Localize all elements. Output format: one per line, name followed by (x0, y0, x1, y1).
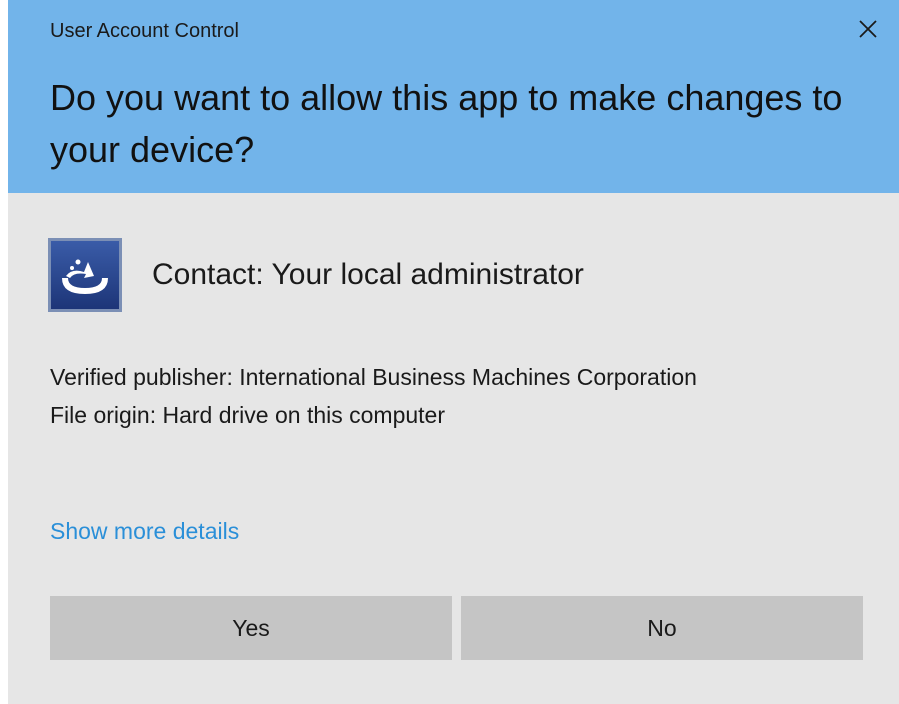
dialog-header: User Account Control Do you want to allo… (8, 0, 899, 193)
show-more-details-link[interactable]: Show more details (50, 518, 239, 545)
uac-dialog: User Account Control Do you want to allo… (8, 0, 899, 704)
verified-publisher-text: Verified publisher: International Busine… (50, 364, 697, 390)
app-details: Verified publisher: International Busine… (50, 358, 870, 434)
close-button[interactable] (851, 12, 885, 46)
yes-button[interactable]: Yes (50, 596, 452, 660)
app-publisher-contact: Contact: Your local administrator (152, 258, 584, 291)
close-icon (859, 20, 877, 38)
dialog-question: Do you want to allow this app to make ch… (50, 77, 843, 170)
no-button[interactable]: No (461, 596, 863, 660)
app-info-row: Contact: Your local administrator (48, 238, 584, 312)
ibm-admin-app-icon (48, 238, 122, 312)
file-origin-text: File origin: Hard drive on this computer (50, 402, 445, 428)
dialog-title: User Account Control (50, 20, 239, 42)
